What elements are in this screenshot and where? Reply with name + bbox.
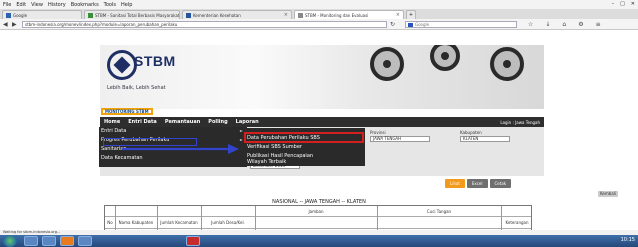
browser-menubar: File Edit View History Bookmarks Tools H… [0,0,638,9]
close-tab-icon[interactable]: × [396,12,400,18]
col-header: Jamban [308,209,324,214]
print-button[interactable]: Cetak [489,179,512,188]
google-icon [6,12,11,18]
settings-icon[interactable]: ⚙ [578,21,583,28]
new-tab-button[interactable]: + [406,10,416,19]
site-banner: STBM Lebih Baik, Lebih Sehat [100,45,544,109]
taskbar-app-icon[interactable] [42,236,56,246]
search-field[interactable]: Google [405,21,517,28]
province-select[interactable]: JAWA TENGAH [370,136,430,142]
bookmark-icon[interactable]: ☆ [528,21,533,28]
download-icon[interactable]: ↓ [545,21,550,28]
province-label: Provinsi [370,130,386,135]
district-label: Kabupaten [460,130,482,135]
blue-pointer-arrow-icon [122,144,239,154]
col-header: Jumlah Kecamatan [160,220,198,225]
district-select[interactable]: KLATEN [460,136,510,142]
col-header: Nama Kabupaten [118,220,154,225]
chevron-right-icon: ► [239,137,243,142]
nav-laporan[interactable]: Laporan [236,119,259,125]
menu-item-kecamatan[interactable]: Data Kecamatan [101,155,143,161]
search-placeholder: Google [415,22,430,27]
site-icon [186,12,191,18]
taskbar-app-icon[interactable] [186,236,200,246]
forward-icon[interactable]: ▶ [12,21,17,28]
menu-help[interactable]: Help [121,2,132,8]
minimize-icon[interactable]: – [612,1,615,7]
nav-home[interactable]: Home [104,119,120,125]
close-tab-icon[interactable]: × [284,12,288,18]
tab-label: STBM - Sanitasi Total Berbasis Masyaraka… [95,12,180,18]
home-icon[interactable]: ⌂ [562,21,566,28]
menu-file[interactable]: File [3,2,11,8]
tab-kemenkes[interactable]: Kementerian Kesehatan × [182,10,292,19]
view-button[interactable]: Lihat [445,179,465,188]
submenu-wilayah[interactable]: Wilayah Terbaik [247,159,286,165]
toolbar-icons: ☆ ↓ ⌂ ⚙ ≡ [528,21,601,28]
start-button[interactable] [3,235,17,247]
tab-label: Google [13,12,28,18]
tab-stbm[interactable]: STBM - Sanitasi Total Berbasis Masyaraka… [84,10,180,19]
taskbar-app-icon[interactable] [24,236,38,246]
menu-edit[interactable]: Edit [16,2,26,8]
taskbar-app-icon[interactable] [60,236,74,246]
reload-icon[interactable]: ↻ [390,21,395,28]
tab-google[interactable]: Google [2,10,82,19]
taskbar-app-icon[interactable] [78,236,92,246]
os-taskbar: 10:15 [0,235,638,247]
col-header: No [107,220,113,225]
search-engine-icon [408,23,413,27]
menu-item-entri-data[interactable]: Entri Data [101,128,126,134]
url-field[interactable]: stbm-indonesia.org/monev/index.php?modul… [22,21,387,28]
banner-reel-icon [490,47,524,81]
system-clock: 10:15 [620,237,635,243]
selected-submenu-highlight [244,132,364,143]
banner-reel-icon [370,47,404,81]
back-button[interactable]: Kembali [598,191,618,197]
site-icon [298,12,303,18]
nav-entri-data[interactable]: Entri Data [128,119,157,125]
nav-pemantauan[interactable]: Pemantauan [165,119,200,125]
back-icon[interactable]: ◀ [3,21,8,28]
submenu-verifikasi[interactable]: Verifikasi SBS Sumber [247,144,302,150]
stbm-logo-icon [107,50,137,80]
web-page: STBM Lebih Baik, Lebih Sehat MONITORING … [0,31,638,247]
site-logo[interactable]: STBM [134,53,176,69]
site-navbar: Home Entri Data Pemantauan Polling Lapor… [100,117,544,127]
monitoring-badge: MONITORING STBM [101,108,153,115]
tab-monev[interactable]: STBM - Monitoring dan Evaluasi × [294,10,404,19]
action-buttons: Lihat Excel Cetak [445,179,512,188]
nav-polling[interactable]: Polling [208,119,227,125]
excel-button[interactable]: Excel [466,179,488,188]
chevron-right-icon: ► [239,128,243,133]
menu-view[interactable]: View [31,2,43,8]
col-header: Jumlah Desa/Kel. [211,220,245,225]
close-icon[interactable]: ✕ [631,1,635,7]
window-controls: – □ ✕ [612,1,635,7]
tab-label: STBM - Monitoring dan Evaluasi [305,12,369,18]
menu-bookmarks[interactable]: Bookmarks [71,2,99,8]
login-status: Login : Jawa Tengah [500,119,540,125]
tab-strip: Google STBM - Sanitasi Total Berbasis Ma… [0,9,638,19]
col-header: Cuci Tangan [426,209,452,214]
menu-icon[interactable]: ≡ [596,21,601,28]
site-icon [88,12,93,18]
tab-label: Kementerian Kesehatan [193,12,241,18]
menu-history[interactable]: History [48,2,66,8]
address-bar: ◀ ▶ stbm-indonesia.org/monev/index.php?m… [0,19,638,30]
col-header: Keterangan [505,220,529,225]
banner-reel-icon [430,45,460,71]
site-tagline: Lebih Baik, Lebih Sehat [107,85,166,91]
menu-tools[interactable]: Tools [104,2,116,8]
maximize-icon[interactable]: □ [620,1,625,7]
